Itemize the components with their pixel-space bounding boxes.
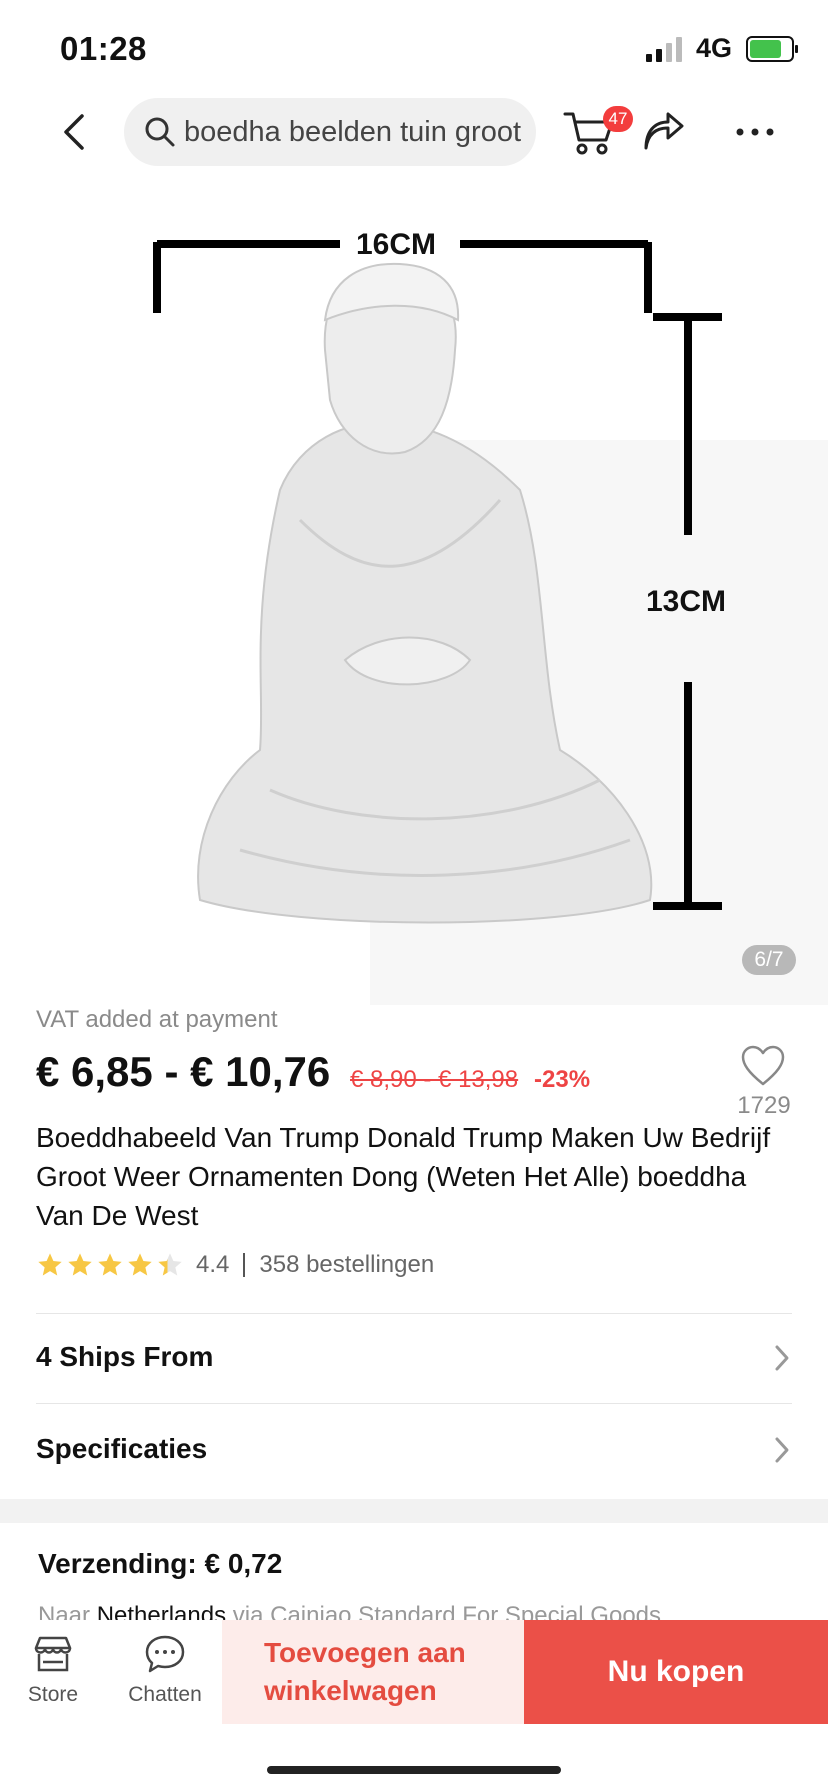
specifications-row[interactable]: Specificaties: [0, 1405, 828, 1495]
star-icon: [68, 1253, 92, 1276]
shipping-cost[interactable]: Verzending: € 0,72: [38, 1548, 282, 1580]
cart-count-badge: 47: [603, 106, 633, 132]
chat-bubble-icon: [145, 1635, 185, 1673]
heart-icon[interactable]: [740, 1044, 786, 1088]
chevron-right-icon: [775, 1437, 789, 1463]
price-range: € 6,85 - € 10,76: [36, 1048, 331, 1095]
vat-note: VAT added at payment: [36, 1006, 278, 1033]
status-bar: 01:28 4G: [0, 0, 828, 96]
star-icon: [38, 1253, 62, 1276]
divider: [36, 1403, 792, 1404]
store-button[interactable]: Store: [8, 1632, 98, 1707]
network-label: 4G: [695, 33, 732, 63]
chat-label: Chatten: [128, 1683, 202, 1706]
chevron-right-icon: [775, 1345, 789, 1371]
status-time: 01:28: [60, 30, 147, 67]
store-icon: [34, 1636, 72, 1672]
dimension-height-label: 13CM: [646, 585, 727, 618]
wishlist-count: 1729: [737, 1092, 791, 1119]
home-indicator[interactable]: [267, 1766, 561, 1774]
star-icon: [128, 1253, 152, 1276]
orders-count: 358 bestellingen: [259, 1251, 435, 1278]
search-input[interactable]: boedha beelden tuin groot: [184, 116, 534, 149]
back-icon[interactable]: [54, 110, 98, 154]
product-image-gallery[interactable]: 16CM 13CM 6/7: [0, 190, 828, 1005]
dimension-width-label: 16CM: [356, 228, 437, 261]
image-page-indicator: 6/7: [742, 945, 796, 975]
section-gap: [0, 1499, 828, 1523]
star-icon: [98, 1253, 122, 1276]
original-price: € 8,90 - € 13,98: [350, 1066, 519, 1093]
product-title: Boeddhabeeld Van Trump Donald Trump Make…: [36, 1122, 771, 1231]
rating-value: 4.4: [196, 1251, 230, 1278]
ships-from-row[interactable]: 4 Ships From: [0, 1313, 828, 1403]
signal-icon: [645, 36, 682, 62]
rating-row[interactable]: 4.4 358 bestellingen: [36, 1250, 434, 1280]
more-options-icon[interactable]: [730, 112, 780, 152]
half-star-icon: [158, 1253, 182, 1276]
discount-badge: -23%: [534, 1066, 591, 1093]
search-icon: [145, 117, 175, 147]
bottom-action-bar: Store Chatten Toevoegen aan winkelwagen …: [0, 1620, 828, 1724]
search-bar[interactable]: boedha beelden tuin groot: [124, 98, 536, 166]
chat-button[interactable]: Chatten: [120, 1632, 210, 1707]
battery-icon: [746, 35, 798, 62]
rating-separator: [243, 1253, 246, 1277]
store-label: Store: [27, 1683, 79, 1706]
ships-from-label: 4 Ships From: [36, 1341, 214, 1372]
add-to-cart-button[interactable]: Toevoegen aan winkelwagen: [222, 1620, 524, 1724]
top-nav: boedha beelden tuin groot: [0, 96, 828, 168]
status-indicators: 4G: [645, 33, 798, 64]
specifications-label: Specificaties: [36, 1433, 208, 1464]
buy-now-button[interactable]: Nu kopen: [524, 1620, 828, 1724]
share-icon[interactable]: [640, 110, 686, 154]
